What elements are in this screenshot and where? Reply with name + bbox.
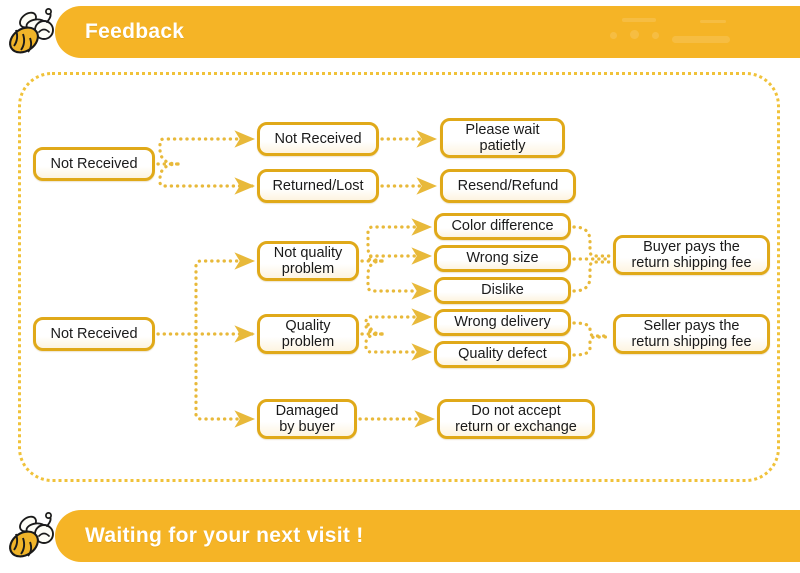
flow-node-not-quality-problem: Not quality problem bbox=[257, 241, 359, 281]
flow-node-please-wait: Please wait patietly bbox=[440, 118, 565, 158]
flow-node-quality-problem: Quality problem bbox=[257, 314, 359, 354]
flow-node-color-difference: Color difference bbox=[434, 213, 571, 240]
header-banner: Feedback bbox=[0, 6, 800, 58]
flow-node-not-received-2: Not Received bbox=[257, 122, 379, 156]
flow-node-wrong-delivery: Wrong delivery bbox=[434, 309, 571, 336]
header-title: Feedback bbox=[85, 20, 185, 43]
bee-icon bbox=[9, 512, 54, 558]
flowchart-container bbox=[18, 72, 780, 482]
flow-node-seller-pays: Seller pays the return shipping fee bbox=[613, 314, 770, 354]
flow-node-quality-defect: Quality defect bbox=[434, 341, 571, 368]
flow-node-not-received-1: Not Received bbox=[33, 147, 155, 181]
flow-node-buyer-pays: Buyer pays the return shipping fee bbox=[613, 235, 770, 275]
flow-node-not-received-3: Not Received bbox=[33, 317, 155, 351]
flow-node-returned-lost: Returned/Lost bbox=[257, 169, 379, 203]
flow-node-damaged-by-buyer: Damaged by buyer bbox=[257, 399, 357, 439]
footer-title: Waiting for your next visit ! bbox=[85, 524, 364, 547]
flow-node-wrong-size: Wrong size bbox=[434, 245, 571, 272]
flow-node-resend-refund: Resend/Refund bbox=[440, 169, 576, 203]
flow-node-dislike: Dislike bbox=[434, 277, 571, 304]
footer-banner: Waiting for your next visit ! bbox=[0, 510, 800, 562]
flow-node-do-not-accept: Do not accept return or exchange bbox=[437, 399, 595, 439]
bee-icon bbox=[9, 8, 54, 54]
